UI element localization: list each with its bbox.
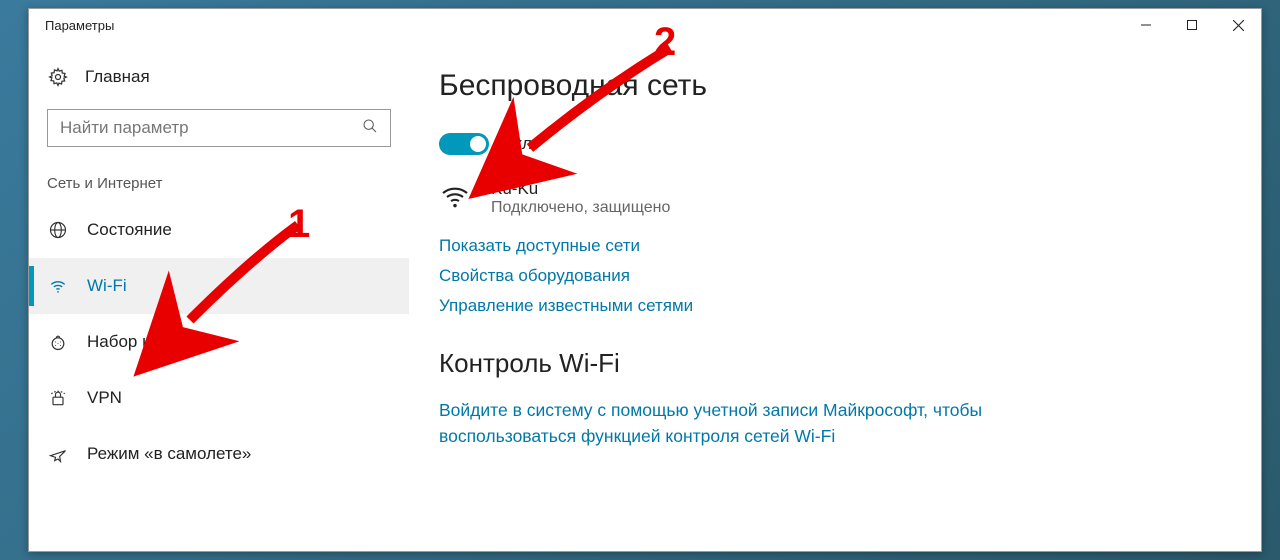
sidebar-item-wifi[interactable]: Wi-Fi: [29, 258, 409, 314]
sidebar-item-label: Wi-Fi: [87, 276, 127, 296]
close-button[interactable]: [1215, 9, 1261, 41]
connected-network[interactable]: Ku-Ku Подключено, защищено: [439, 179, 1231, 218]
sidebar-item-label: VPN: [87, 388, 122, 408]
window-controls: [1123, 9, 1261, 41]
link-hardware-props[interactable]: Свойства оборудования: [439, 266, 1231, 286]
airplane-icon: [47, 444, 69, 464]
search-icon: [362, 118, 378, 139]
sidebar-item-label: Режим «в самолете»: [87, 444, 251, 464]
minimize-button[interactable]: [1123, 9, 1169, 41]
link-manage-networks[interactable]: Управление известными сетями: [439, 296, 1231, 316]
sidebar-item-airplane[interactable]: Режим «в самолете»: [29, 426, 409, 482]
network-status: Подключено, защищено: [491, 199, 670, 217]
home-label: Главная: [85, 67, 150, 87]
search-input[interactable]: [60, 118, 362, 138]
sidebar-item-dialup[interactable]: Набор номера: [29, 314, 409, 370]
gear-icon: [47, 67, 69, 87]
vpn-icon: [47, 388, 69, 408]
wifi-toggle-row: Вкл.: [439, 133, 1231, 155]
globe-icon: [47, 220, 69, 240]
section-title: Контроль Wi-Fi: [439, 348, 1231, 379]
wifi-icon: [47, 276, 69, 296]
maximize-button[interactable]: [1169, 9, 1215, 41]
wifi-sense-text[interactable]: Войдите в систему с помощью учетной запи…: [439, 397, 999, 450]
wifi-toggle[interactable]: [439, 133, 489, 155]
sidebar-item-label: Состояние: [87, 220, 172, 240]
titlebar: Параметры: [29, 9, 1261, 41]
wifi-toggle-label: Вкл.: [503, 134, 537, 154]
link-show-networks[interactable]: Показать доступные сети: [439, 236, 1231, 256]
network-name: Ku-Ku: [491, 179, 670, 199]
sidebar-item-vpn[interactable]: VPN: [29, 370, 409, 426]
dialup-icon: [47, 332, 69, 352]
window-title: Параметры: [45, 18, 114, 33]
search-box[interactable]: [47, 109, 391, 147]
sidebar: Главная Сеть и Интернет: [29, 41, 409, 551]
page-title: Беспроводная сеть: [439, 69, 1231, 103]
wifi-signal-icon: [439, 179, 475, 218]
main-content: Беспроводная сеть Вкл. Ku-Ku Подключено: [409, 41, 1261, 551]
sidebar-item-label: Набор номера: [87, 332, 201, 352]
home-link[interactable]: Главная: [29, 57, 409, 101]
section-label: Сеть и Интернет: [29, 161, 409, 202]
settings-window: Параметры Главная: [28, 8, 1262, 552]
sidebar-item-status[interactable]: Состояние: [29, 202, 409, 258]
